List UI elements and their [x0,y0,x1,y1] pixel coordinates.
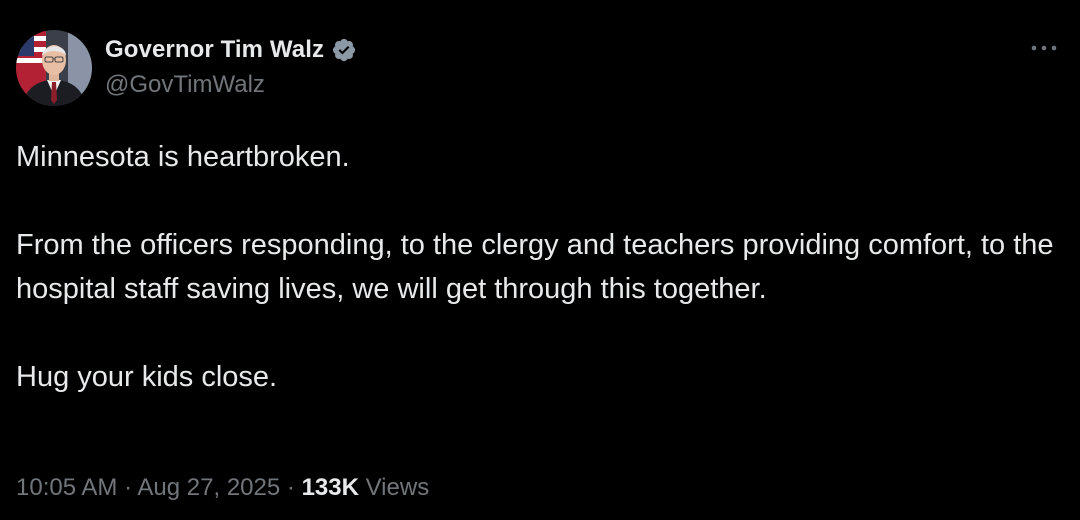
verified-badge-icon[interactable] [331,37,357,63]
more-horizontal-icon [1031,45,1057,51]
views-count[interactable]: 133K [302,474,359,501]
separator: · [124,474,133,501]
views-label: Views [365,474,430,501]
avatar-image [16,30,92,106]
more-options-button[interactable] [1028,36,1060,60]
tweet-meta: 10:05 AM · Aug 27, 2025 · 133K Views [16,474,429,502]
author-names: Governor Tim Walz @GovTimWalz [105,31,357,99]
display-name[interactable]: Governor Tim Walz [105,36,324,64]
tweet-paragraph: Hug your kids close. [16,361,278,393]
tweet-paragraph: Minnesota is heartbroken. [16,141,350,173]
avatar[interactable] [16,30,92,106]
tweet-text: Minnesota is heartbroken. From the offic… [16,135,1056,399]
display-name-row: Governor Tim Walz [105,31,357,69]
tweet-time[interactable]: 10:05 AM [16,474,117,501]
author-handle[interactable]: @GovTimWalz [105,71,357,99]
tweet-date[interactable]: Aug 27, 2025 [137,474,280,501]
tweet: Governor Tim Walz @GovTimWalz Minnesota … [0,0,1080,520]
separator: · [286,474,295,501]
tweet-paragraph: From the officers responding, to the cle… [16,229,1054,305]
